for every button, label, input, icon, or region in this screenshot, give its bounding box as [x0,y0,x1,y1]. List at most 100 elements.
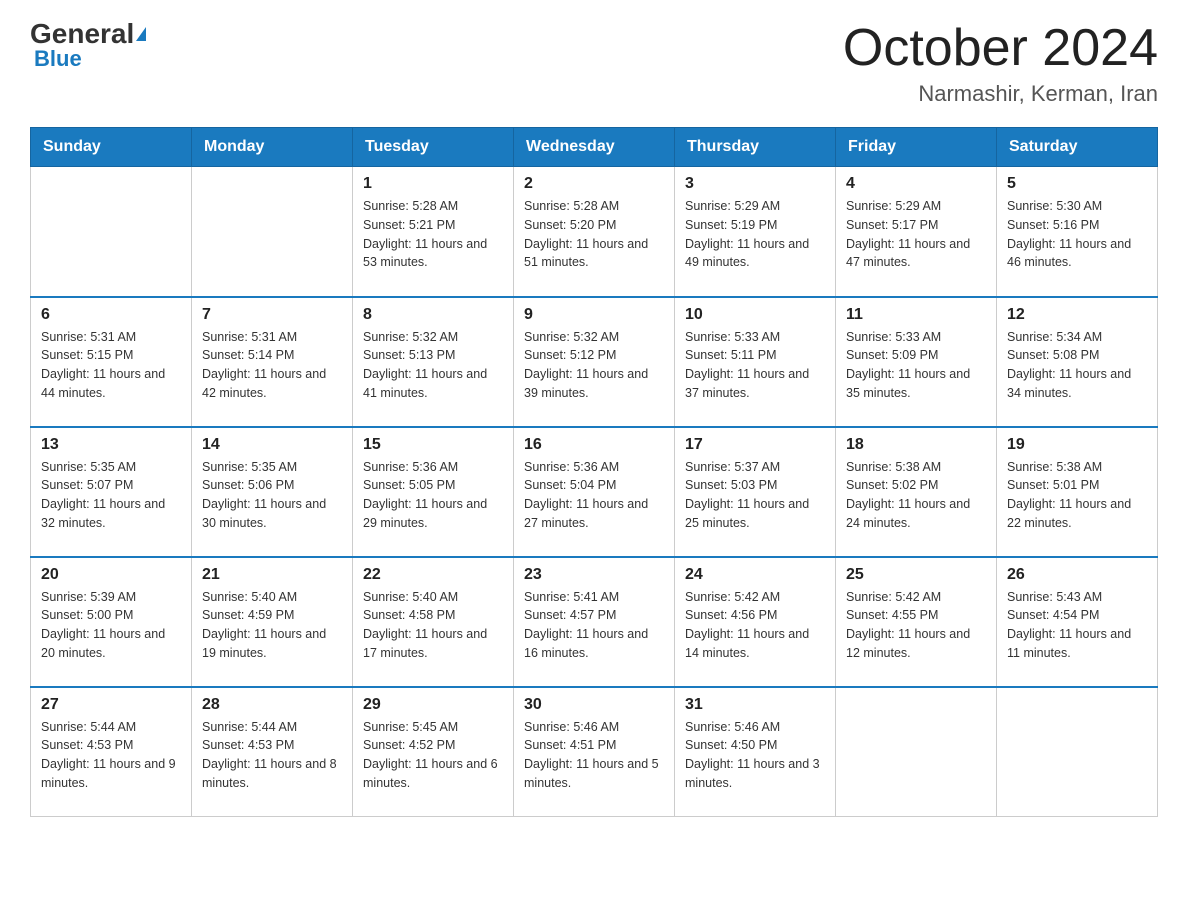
calendar-cell: 30 Sunrise: 5:46 AMSunset: 4:51 PMDayligh… [514,687,675,817]
day-info: Sunrise: 5:37 AMSunset: 5:03 PMDaylight:… [685,458,825,533]
calendar-cell: 18 Sunrise: 5:38 AMSunset: 5:02 PMDayligh… [836,427,997,557]
calendar-cell: 22 Sunrise: 5:40 AMSunset: 4:58 PMDayligh… [353,557,514,687]
day-number: 16 [524,436,664,454]
calendar-cell: 7 Sunrise: 5:31 AMSunset: 5:14 PMDaylight… [192,297,353,427]
day-number: 24 [685,566,825,584]
page-header: General Blue October 2024 Narmashir, Ker… [30,20,1158,107]
logo: General Blue [30,20,146,72]
day-number: 12 [1007,306,1147,324]
day-number: 17 [685,436,825,454]
day-info: Sunrise: 5:42 AMSunset: 4:55 PMDaylight:… [846,588,986,663]
calendar-header-row: SundayMondayTuesdayWednesdayThursdayFrid… [31,128,1158,167]
calendar-cell: 24 Sunrise: 5:42 AMSunset: 4:56 PMDayligh… [675,557,836,687]
calendar-cell [31,167,192,297]
day-info: Sunrise: 5:42 AMSunset: 4:56 PMDaylight:… [685,588,825,663]
location-subtitle: Narmashir, Kerman, Iran [843,81,1158,107]
day-number: 13 [41,436,181,454]
day-info: Sunrise: 5:35 AMSunset: 5:06 PMDaylight:… [202,458,342,533]
calendar-cell: 12 Sunrise: 5:34 AMSunset: 5:08 PMDayligh… [997,297,1158,427]
calendar-cell [836,687,997,817]
title-block: October 2024 Narmashir, Kerman, Iran [843,20,1158,107]
day-info: Sunrise: 5:36 AMSunset: 5:04 PMDaylight:… [524,458,664,533]
calendar-cell [192,167,353,297]
day-number: 23 [524,566,664,584]
day-info: Sunrise: 5:31 AMSunset: 5:14 PMDaylight:… [202,328,342,403]
day-number: 29 [363,696,503,714]
day-info: Sunrise: 5:38 AMSunset: 5:01 PMDaylight:… [1007,458,1147,533]
day-info: Sunrise: 5:43 AMSunset: 4:54 PMDaylight:… [1007,588,1147,663]
day-info: Sunrise: 5:28 AMSunset: 5:21 PMDaylight:… [363,197,503,272]
day-number: 31 [685,696,825,714]
day-number: 22 [363,566,503,584]
calendar-cell: 1 Sunrise: 5:28 AMSunset: 5:21 PMDaylight… [353,167,514,297]
calendar-week-row: 1 Sunrise: 5:28 AMSunset: 5:21 PMDaylight… [31,167,1158,297]
calendar-cell: 17 Sunrise: 5:37 AMSunset: 5:03 PMDayligh… [675,427,836,557]
calendar-week-row: 13 Sunrise: 5:35 AMSunset: 5:07 PMDayligh… [31,427,1158,557]
day-info: Sunrise: 5:28 AMSunset: 5:20 PMDaylight:… [524,197,664,272]
day-info: Sunrise: 5:45 AMSunset: 4:52 PMDaylight:… [363,718,503,793]
day-info: Sunrise: 5:40 AMSunset: 4:58 PMDaylight:… [363,588,503,663]
calendar-cell: 29 Sunrise: 5:45 AMSunset: 4:52 PMDayligh… [353,687,514,817]
day-number: 14 [202,436,342,454]
day-number: 3 [685,175,825,193]
day-number: 7 [202,306,342,324]
day-number: 26 [1007,566,1147,584]
day-info: Sunrise: 5:38 AMSunset: 5:02 PMDaylight:… [846,458,986,533]
logo-blue-text: Blue [34,46,82,72]
day-number: 30 [524,696,664,714]
calendar-cell: 9Sunrise: 5:32 AMSunset: 5:12 PMDaylight… [514,297,675,427]
day-number: 4 [846,175,986,193]
day-number: 25 [846,566,986,584]
day-number: 19 [1007,436,1147,454]
day-info: Sunrise: 5:29 AMSunset: 5:19 PMDaylight:… [685,197,825,272]
calendar-cell: 5Sunrise: 5:30 AMSunset: 5:16 PMDaylight… [997,167,1158,297]
day-info: Sunrise: 5:40 AMSunset: 4:59 PMDaylight:… [202,588,342,663]
day-info: Sunrise: 5:46 AMSunset: 4:50 PMDaylight:… [685,718,825,793]
day-number: 8 [363,306,503,324]
day-info: Sunrise: 5:46 AMSunset: 4:51 PMDaylight:… [524,718,664,793]
day-number: 27 [41,696,181,714]
calendar-cell: 28 Sunrise: 5:44 AMSunset: 4:53 PMDayligh… [192,687,353,817]
calendar-cell: 13 Sunrise: 5:35 AMSunset: 5:07 PMDayligh… [31,427,192,557]
calendar-table: SundayMondayTuesdayWednesdayThursdayFrid… [30,127,1158,817]
day-number: 6 [41,306,181,324]
logo-general-text: General [30,20,134,48]
day-info: Sunrise: 5:41 AMSunset: 4:57 PMDaylight:… [524,588,664,663]
calendar-cell: 11 Sunrise: 5:33 AMSunset: 5:09 PMDayligh… [836,297,997,427]
calendar-week-row: 20Sunrise: 5:39 AMSunset: 5:00 PMDayligh… [31,557,1158,687]
day-number: 1 [363,175,503,193]
calendar-cell: 4Sunrise: 5:29 AMSunset: 5:17 PMDaylight… [836,167,997,297]
calendar-day-header: Wednesday [514,128,675,167]
day-number: 21 [202,566,342,584]
day-number: 11 [846,306,986,324]
day-info: Sunrise: 5:30 AMSunset: 5:16 PMDaylight:… [1007,197,1147,272]
day-number: 18 [846,436,986,454]
day-info: Sunrise: 5:31 AMSunset: 5:15 PMDaylight:… [41,328,181,403]
day-info: Sunrise: 5:35 AMSunset: 5:07 PMDaylight:… [41,458,181,533]
calendar-day-header: Thursday [675,128,836,167]
day-info: Sunrise: 5:32 AMSunset: 5:12 PMDaylight:… [524,328,664,403]
day-number: 15 [363,436,503,454]
calendar-week-row: 6 Sunrise: 5:31 AMSunset: 5:15 PMDaylight… [31,297,1158,427]
calendar-cell: 16 Sunrise: 5:36 AMSunset: 5:04 PMDayligh… [514,427,675,557]
day-info: Sunrise: 5:44 AMSunset: 4:53 PMDaylight:… [41,718,181,793]
day-info: Sunrise: 5:34 AMSunset: 5:08 PMDaylight:… [1007,328,1147,403]
calendar-cell: 26 Sunrise: 5:43 AMSunset: 4:54 PMDayligh… [997,557,1158,687]
calendar-cell: 10Sunrise: 5:33 AMSunset: 5:11 PMDayligh… [675,297,836,427]
calendar-cell: 14 Sunrise: 5:35 AMSunset: 5:06 PMDayligh… [192,427,353,557]
calendar-cell: 23 Sunrise: 5:41 AMSunset: 4:57 PMDayligh… [514,557,675,687]
calendar-cell: 6 Sunrise: 5:31 AMSunset: 5:15 PMDaylight… [31,297,192,427]
day-info: Sunrise: 5:32 AMSunset: 5:13 PMDaylight:… [363,328,503,403]
day-info: Sunrise: 5:44 AMSunset: 4:53 PMDaylight:… [202,718,342,793]
month-title: October 2024 [843,20,1158,77]
calendar-cell: 21 Sunrise: 5:40 AMSunset: 4:59 PMDayligh… [192,557,353,687]
calendar-day-header: Saturday [997,128,1158,167]
calendar-day-header: Sunday [31,128,192,167]
calendar-cell: 3 Sunrise: 5:29 AMSunset: 5:19 PMDaylight… [675,167,836,297]
day-info: Sunrise: 5:33 AMSunset: 5:09 PMDaylight:… [846,328,986,403]
logo-triangle-icon [136,27,146,41]
calendar-cell: 19 Sunrise: 5:38 AMSunset: 5:01 PMDayligh… [997,427,1158,557]
day-number: 28 [202,696,342,714]
calendar-cell [997,687,1158,817]
day-number: 20 [41,566,181,584]
